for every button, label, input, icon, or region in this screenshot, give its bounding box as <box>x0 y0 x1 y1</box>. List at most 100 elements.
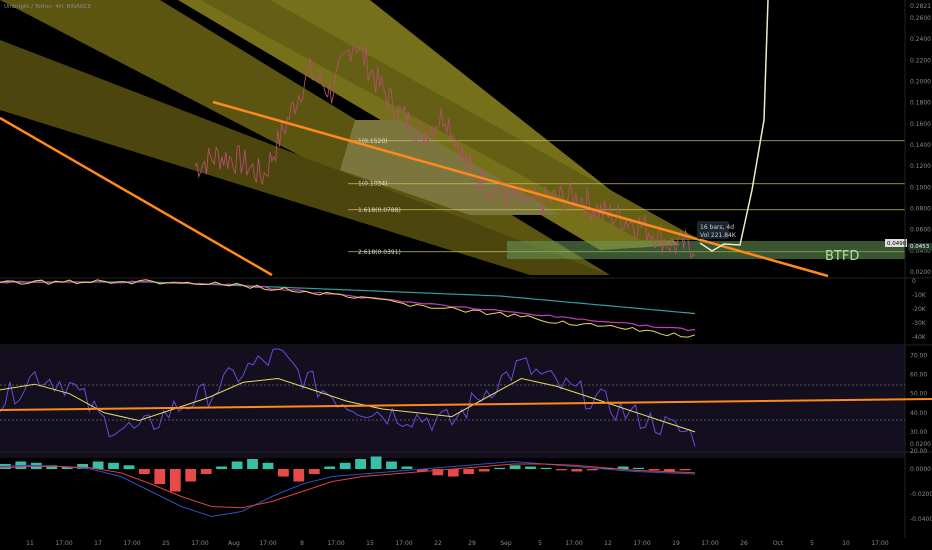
price-tick-label: 0.1200 <box>910 163 931 170</box>
macd-histogram-bar <box>185 469 197 482</box>
time-tick-label: 17:00 <box>395 540 412 547</box>
oscillator-tick-label: 0 <box>912 278 916 285</box>
time-tick-label: 17:00 <box>123 540 140 547</box>
time-tick-label: Oct <box>773 540 784 547</box>
macd-tick-label: 0.0200 <box>910 441 931 448</box>
price-axis[interactable]: 0.2600 0.2400 0.2200 0.2000 0.1800 0.1600 0.14… <box>910 15 931 276</box>
macd-tick-label: -0.0200 <box>910 491 932 498</box>
time-axis[interactable]: 11 17:00 17 17:00 25 17:00 Aug 17:00 8 17:00 15 17:… <box>26 540 889 547</box>
macd-histogram-bar <box>463 469 475 474</box>
trading-chart[interactable]: 1(0.1520) 1(0.1034) 1.618(0.0788) 2.618(0.0… <box>0 0 932 550</box>
time-tick-label: 19 <box>672 540 680 547</box>
price-tick-label: 0.1400 <box>910 142 931 149</box>
current-price-sub-label: 0.0453 <box>910 244 930 250</box>
macd-histogram-bar <box>123 465 135 470</box>
time-tick-label: 12 <box>604 540 612 547</box>
macd-histogram-bar <box>556 469 567 471</box>
time-tick-label: 17:00 <box>327 540 344 547</box>
price-tick-label: 0.2600 <box>910 15 931 22</box>
macd-histogram-bar <box>247 459 258 469</box>
fib-label: 2.618(0.0391) <box>358 249 401 256</box>
time-tick-label: 17:00 <box>55 540 72 547</box>
time-tick-label: 17:00 <box>565 540 582 547</box>
time-tick-label: 22 <box>434 540 442 547</box>
macd-histogram <box>0 456 691 492</box>
macd-histogram-bar <box>278 469 289 477</box>
current-price-label: 0.04907 <box>887 241 910 247</box>
macd-histogram-bar <box>509 465 521 470</box>
oscillator-yellow-line <box>0 279 696 338</box>
rsi-tick-label: 20.00 <box>910 448 927 455</box>
fib-label: 1(0.1034) <box>358 181 388 188</box>
oscillator-axis[interactable]: 0 -10K -20K -30K -40K <box>912 278 927 341</box>
time-tick-label: 11 <box>26 540 34 547</box>
macd-histogram-bar <box>108 462 119 470</box>
measure-bars-label: 16 bars, 4d <box>700 224 734 231</box>
price-axis-top-label: 0.2821 <box>910 3 931 10</box>
macd-histogram-bar <box>308 469 320 474</box>
macd-histogram-bar <box>401 466 413 469</box>
rsi-axis[interactable]: 70.00 60.00 50.00 40.00 30.00 20.00 <box>910 353 927 455</box>
macd-histogram-bar <box>386 461 397 469</box>
oscillator-tick-label: -30K <box>912 320 927 327</box>
macd-histogram-bar <box>200 469 212 474</box>
macd-histogram-bar <box>478 469 490 472</box>
measure-volume-label: Vol 221.84K <box>700 232 737 239</box>
macd-histogram-bar <box>154 469 166 484</box>
projection-line[interactable] <box>699 0 769 252</box>
rsi-tick-label: 60.00 <box>910 372 927 379</box>
time-tick-label: 5 <box>810 540 814 547</box>
time-tick-label: Aug <box>228 540 240 547</box>
price-tick-label: 0.1800 <box>910 100 931 107</box>
chart-canvas[interactable]: 1(0.1520)1(0.1034)1.618(0.0788)2.618(0.0… <box>0 0 932 550</box>
macd-histogram-bar <box>494 467 505 470</box>
rsi-tick-label: 40.00 <box>910 410 927 417</box>
time-tick-label: 17:00 <box>259 540 276 547</box>
macd-histogram-bar <box>586 469 598 471</box>
macd-histogram-bar <box>648 469 660 471</box>
rsi-tick-label: 30.00 <box>910 429 927 436</box>
macd-histogram-bar <box>293 469 305 482</box>
macd-histogram-bar <box>169 469 181 492</box>
macd-histogram-bar <box>571 469 583 472</box>
time-tick-label: 5 <box>538 540 542 547</box>
rsi-pane-background <box>0 346 905 458</box>
macd-histogram-bar <box>633 467 644 470</box>
macd-histogram-bar <box>339 462 351 470</box>
price-tick-label: 0.0200 <box>910 269 931 276</box>
time-tick-label: 29 <box>468 540 476 547</box>
time-tick-label: Sep <box>500 540 512 547</box>
macd-tick-label: 0.0000 <box>910 466 931 473</box>
time-tick-label: 26 <box>740 540 748 547</box>
btfd-label: BTFD <box>825 249 859 264</box>
time-tick-label: 17 <box>94 540 102 547</box>
macd-histogram-bar <box>139 469 150 474</box>
price-tick-label: 0.2000 <box>910 79 931 86</box>
price-tick-label: 0.0800 <box>910 206 931 213</box>
price-tick-label: 0.0600 <box>910 227 931 234</box>
rsi-tick-label: 50.00 <box>910 391 927 398</box>
oscillator-tick-label: -20K <box>912 306 927 313</box>
macd-histogram-bar <box>370 456 382 469</box>
macd-histogram-bar <box>216 466 227 469</box>
time-tick-label: 15 <box>366 540 374 547</box>
price-tick-label: 0.2200 <box>910 57 931 64</box>
macd-histogram-bar <box>92 461 104 469</box>
time-tick-label: 8 <box>300 540 304 547</box>
oscillator-tick-label: -40K <box>912 334 927 341</box>
rsi-tick-label: 70.00 <box>910 353 927 360</box>
time-tick-label: 17:00 <box>871 540 888 547</box>
macd-tick-label: -0.0400 <box>910 516 932 523</box>
oscillator-tick-label: -10K <box>912 292 927 299</box>
macd-histogram-bar <box>540 467 552 470</box>
macd-histogram-bar <box>679 469 691 471</box>
time-tick-label: 17:00 <box>191 540 208 547</box>
macd-histogram-bar <box>525 466 536 469</box>
macd-histogram-bar <box>324 466 336 469</box>
macd-signal-line <box>0 463 696 509</box>
time-tick-label: 10 <box>842 540 850 547</box>
fib-label: 1.618(0.0788) <box>358 207 401 214</box>
oscillator-teal-line <box>0 281 696 315</box>
time-tick-label: 17:00 <box>701 540 718 547</box>
fan-drawings[interactable] <box>0 0 700 275</box>
